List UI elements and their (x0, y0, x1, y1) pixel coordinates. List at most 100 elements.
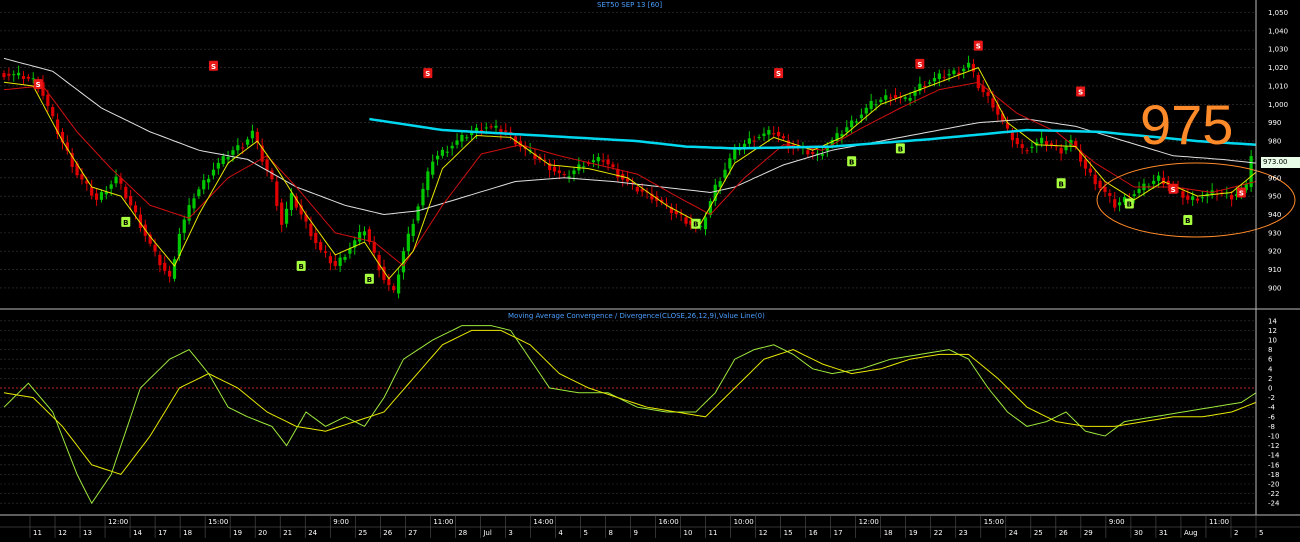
candle-up[interactable] (1040, 137, 1044, 144)
candle-down[interactable] (1195, 198, 1200, 201)
candle-down[interactable] (1161, 177, 1166, 185)
candle-down[interactable] (806, 150, 810, 155)
candle-down[interactable] (46, 94, 50, 106)
candle-up[interactable] (859, 114, 864, 119)
candle-down[interactable] (1059, 147, 1063, 154)
candle-up[interactable] (455, 140, 459, 145)
candle-down[interactable] (606, 159, 610, 165)
candle-up[interactable] (591, 160, 596, 163)
candle-down[interactable] (1108, 193, 1112, 196)
candle-up[interactable] (947, 74, 951, 76)
candle-up[interactable] (211, 169, 216, 176)
candle-up[interactable] (962, 68, 966, 72)
candle-down[interactable] (1093, 174, 1097, 185)
candle-up[interactable] (416, 206, 420, 221)
candle-down[interactable] (323, 251, 328, 253)
candle-down[interactable] (1088, 168, 1092, 173)
candle-down[interactable] (684, 217, 688, 224)
candle-down[interactable] (752, 140, 756, 142)
candle-down[interactable] (991, 98, 995, 108)
candle-down[interactable] (1113, 199, 1117, 208)
candle-up[interactable] (202, 180, 206, 190)
candle-down[interactable] (986, 92, 990, 97)
candle-up[interactable] (723, 169, 727, 178)
candle-down[interactable] (781, 136, 786, 139)
candle-up[interactable] (1132, 194, 1136, 197)
candle-up[interactable] (421, 188, 425, 206)
candle-down[interactable] (1181, 191, 1185, 198)
candle-up[interactable] (728, 158, 732, 169)
candle-up[interactable] (1064, 146, 1068, 151)
candle-up[interactable] (362, 231, 367, 236)
candle-down[interactable] (552, 166, 557, 172)
candle-down[interactable] (889, 97, 893, 99)
candle-up[interactable] (952, 70, 956, 75)
candle-down[interactable] (129, 196, 133, 206)
candle-up[interactable] (284, 208, 289, 224)
candle-up[interactable] (928, 82, 932, 84)
candle-up[interactable] (494, 125, 498, 128)
candle-up[interactable] (31, 78, 35, 80)
candle-up[interactable] (445, 151, 449, 153)
candle-down[interactable] (923, 85, 927, 87)
candle-down[interactable] (893, 95, 898, 99)
candle-down[interactable] (51, 107, 55, 117)
candle-down[interactable] (275, 181, 279, 206)
candle-up[interactable] (192, 198, 196, 209)
candle-down[interactable] (1098, 180, 1102, 189)
candle-up[interactable] (703, 217, 708, 230)
candle-up[interactable] (231, 150, 235, 155)
candle-down[interactable] (1230, 194, 1234, 200)
candle-down[interactable] (1103, 186, 1107, 192)
candle-up[interactable] (172, 259, 177, 279)
candle-down[interactable] (94, 193, 99, 200)
candle-down[interactable] (314, 232, 318, 244)
candle-up[interactable] (884, 95, 888, 100)
candle-down[interactable] (971, 63, 976, 72)
candle-up[interactable] (197, 189, 201, 197)
candle-up[interactable] (207, 178, 211, 183)
candle-down[interactable] (557, 170, 561, 174)
candle-up[interactable] (596, 157, 600, 162)
candle-down[interactable] (611, 164, 615, 168)
candle-down[interactable] (163, 262, 167, 271)
candle-down[interactable] (942, 76, 946, 78)
candle-up[interactable] (406, 233, 410, 252)
candle-up[interactable] (289, 192, 294, 210)
candle-up[interactable] (1152, 180, 1156, 184)
candle-down[interactable] (489, 126, 493, 128)
candle-up[interactable] (869, 101, 873, 109)
candle-up[interactable] (966, 62, 971, 68)
candle-up[interactable] (1156, 175, 1161, 181)
candle-down[interactable] (772, 133, 776, 135)
candle-up[interactable] (1137, 188, 1141, 194)
candle-down[interactable] (80, 174, 84, 180)
candle-up[interactable] (17, 72, 21, 76)
candle-up[interactable] (767, 129, 771, 135)
candle-down[interactable] (635, 186, 639, 192)
candle-down[interactable] (158, 254, 162, 266)
candle-up[interactable] (874, 104, 878, 106)
candle-down[interactable] (1015, 137, 1019, 145)
candle-up[interactable] (435, 155, 440, 160)
candle-up[interactable] (216, 162, 220, 169)
candle-up[interactable] (845, 127, 849, 132)
candle-up[interactable] (879, 99, 883, 103)
candle-up[interactable] (236, 145, 240, 151)
candle-up[interactable] (221, 156, 225, 165)
candle-up[interactable] (465, 137, 469, 139)
candle-down[interactable] (601, 160, 605, 162)
candle-down[interactable] (168, 270, 172, 277)
candle-down[interactable] (26, 76, 30, 79)
candle-down[interactable] (811, 152, 815, 154)
candle-down[interactable] (124, 186, 128, 199)
candle-up[interactable] (182, 219, 186, 233)
candle-up[interactable] (440, 149, 445, 156)
candle-down[interactable] (265, 159, 269, 171)
candle-up[interactable] (338, 257, 342, 266)
candle-up[interactable] (820, 154, 825, 156)
candle-down[interactable] (270, 170, 274, 180)
candle-down[interactable] (153, 244, 157, 252)
candle-up[interactable] (109, 184, 113, 189)
candle-up[interactable] (396, 274, 401, 294)
